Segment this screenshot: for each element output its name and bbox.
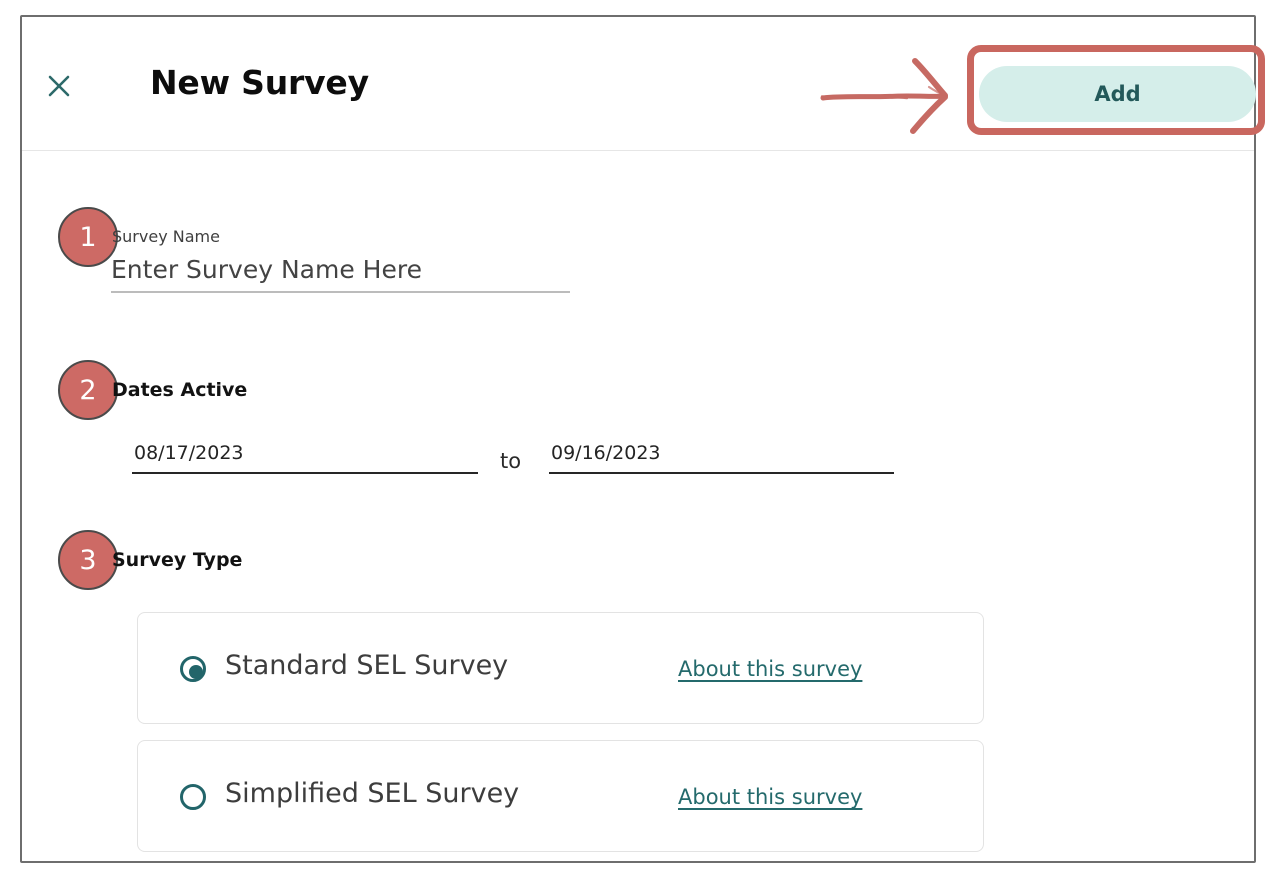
- radio-selected-icon[interactable]: [180, 656, 206, 682]
- radio-row: Standard SEL Survey About this survey: [138, 613, 983, 723]
- start-date-input[interactable]: [132, 438, 478, 474]
- step-badge-1: 1: [58, 207, 118, 267]
- close-icon[interactable]: [42, 69, 76, 103]
- about-this-survey-link-standard[interactable]: About this survey: [678, 657, 862, 681]
- survey-type-heading: Survey Type: [112, 549, 243, 571]
- survey-type-label-simplified: Simplified SEL Survey: [225, 778, 520, 809]
- survey-name-label: Survey Name: [112, 227, 220, 246]
- new-survey-dialog: New Survey Add 1 Survey Name 2 Dates Act…: [20, 15, 1265, 863]
- survey-type-label-standard: Standard SEL Survey: [225, 650, 509, 681]
- date-range-separator: to: [500, 449, 522, 473]
- add-button[interactable]: Add: [979, 66, 1256, 122]
- radio-inner-dot: [189, 665, 203, 679]
- dates-active-heading: Dates Active: [112, 379, 248, 401]
- survey-type-option-standard[interactable]: Standard SEL Survey About this survey: [137, 612, 984, 724]
- survey-type-option-simplified[interactable]: Simplified SEL Survey About this survey: [137, 740, 984, 852]
- survey-name-input[interactable]: [111, 251, 570, 293]
- radio-unselected-icon[interactable]: [180, 784, 206, 810]
- dialog-body: 1 Survey Name 2 Dates Active to 3 Survey…: [22, 152, 1254, 863]
- radio-row: Simplified SEL Survey About this survey: [138, 741, 983, 851]
- step-badge-2: 2: [58, 360, 118, 420]
- about-this-survey-link-simplified[interactable]: About this survey: [678, 785, 862, 809]
- page-title: New Survey: [150, 63, 369, 102]
- annotation-arrow-icon: [820, 58, 948, 134]
- end-date-input[interactable]: [549, 438, 894, 474]
- step-badge-3: 3: [58, 530, 118, 590]
- dialog-header: New Survey Add: [22, 17, 1265, 151]
